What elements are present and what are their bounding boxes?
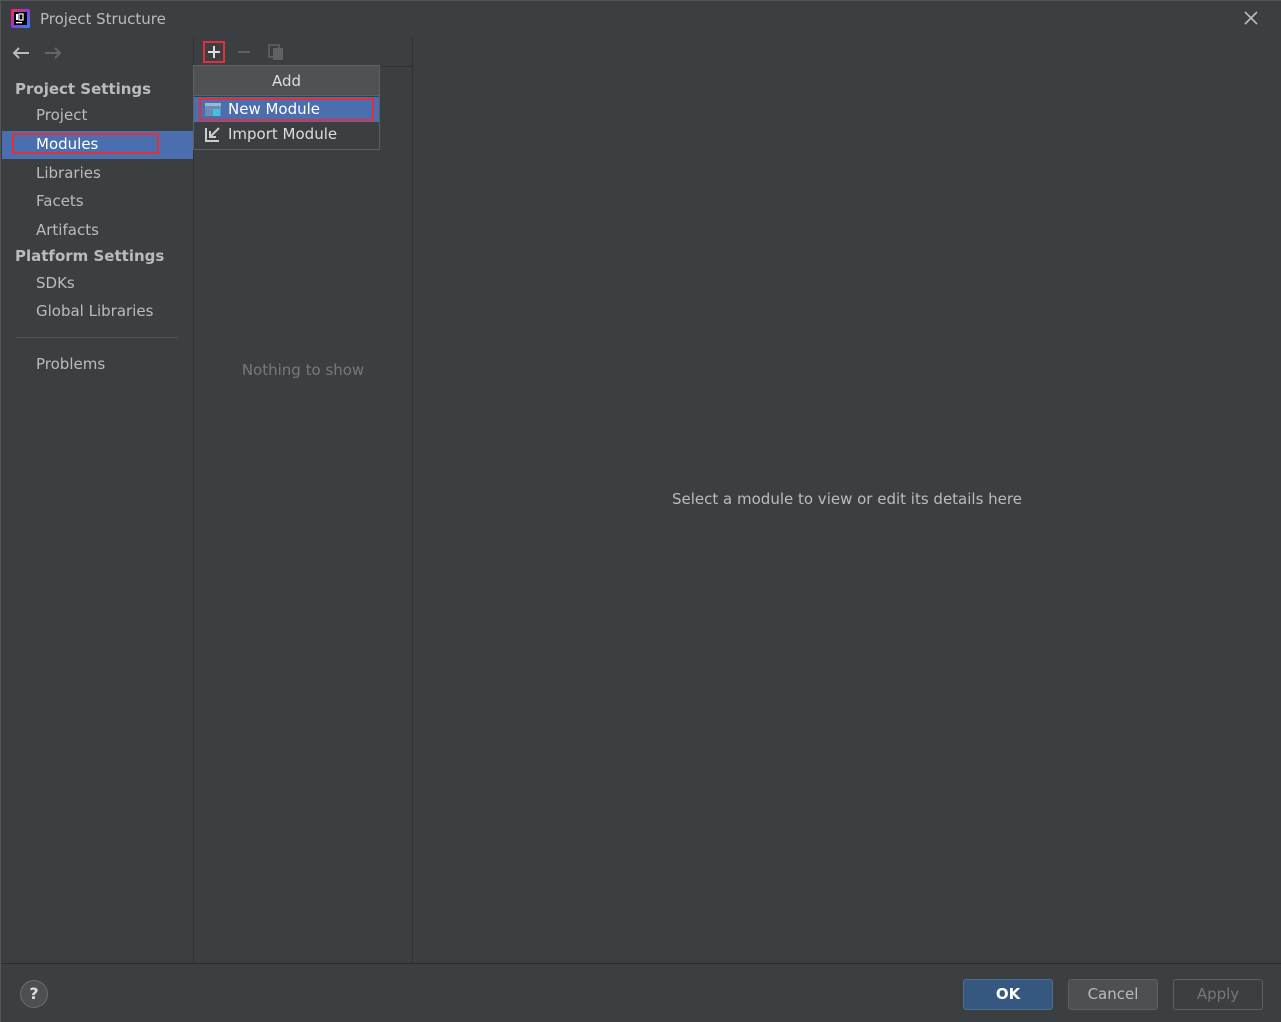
- project-structure-dialog: Project Structure Project Settings Proje…: [0, 0, 1281, 1022]
- copy-icon[interactable]: [265, 41, 287, 63]
- menu-item-new-module[interactable]: New Module: [194, 97, 379, 122]
- project-settings-heading: Project Settings: [15, 80, 152, 98]
- title-bar: Project Structure: [1, 1, 1281, 37]
- modules-list-pane: Nothing to show: [193, 37, 413, 963]
- sidebar-item-global-libraries[interactable]: Global Libraries: [2, 298, 193, 326]
- forward-arrow-icon[interactable]: [43, 45, 63, 61]
- ok-button[interactable]: OK: [963, 979, 1053, 1010]
- back-arrow-icon[interactable]: [11, 45, 31, 61]
- sidebar-item-libraries[interactable]: Libraries: [2, 160, 193, 188]
- sidebar-item-sdks[interactable]: SDKs: [2, 270, 193, 298]
- window-title: Project Structure: [40, 10, 166, 28]
- add-popup-menu: Add New Module Import Module: [193, 65, 380, 150]
- annotation-highlight-box: [12, 133, 159, 154]
- remove-icon[interactable]: [233, 41, 255, 63]
- popup-title: Add: [194, 66, 379, 96]
- help-button[interactable]: ?: [20, 980, 48, 1008]
- dialog-button-bar: ? OK Cancel Apply: [1, 963, 1281, 1022]
- sidebar-item-artifacts[interactable]: Artifacts: [2, 217, 193, 245]
- cancel-button[interactable]: Cancel: [1068, 979, 1158, 1010]
- list-toolbar: [194, 37, 412, 67]
- sidebar-item-project[interactable]: Project: [2, 102, 193, 130]
- details-placeholder: Select a module to view or edit its deta…: [672, 490, 1022, 508]
- sidebar-item-problems[interactable]: Problems: [2, 351, 193, 379]
- settings-sidebar: Project Settings Project Modules Librari…: [2, 37, 193, 963]
- close-icon[interactable]: [1242, 9, 1260, 27]
- apply-button[interactable]: Apply: [1173, 979, 1263, 1010]
- menu-item-import-module[interactable]: Import Module: [194, 122, 379, 147]
- annotation-highlight-box: [199, 98, 374, 121]
- import-arrow-icon: [205, 127, 220, 142]
- empty-list-message: Nothing to show: [241, 361, 365, 379]
- add-icon[interactable]: [203, 41, 225, 63]
- intellij-logo-icon: [11, 9, 30, 28]
- menu-item-label: Import Module: [228, 125, 338, 143]
- platform-settings-heading: Platform Settings: [15, 247, 165, 265]
- sidebar-divider: [16, 337, 178, 338]
- sidebar-item-facets[interactable]: Facets: [2, 188, 193, 216]
- module-details-area: Select a module to view or edit its deta…: [413, 37, 1281, 963]
- sidebar-item-modules[interactable]: Modules: [2, 131, 193, 159]
